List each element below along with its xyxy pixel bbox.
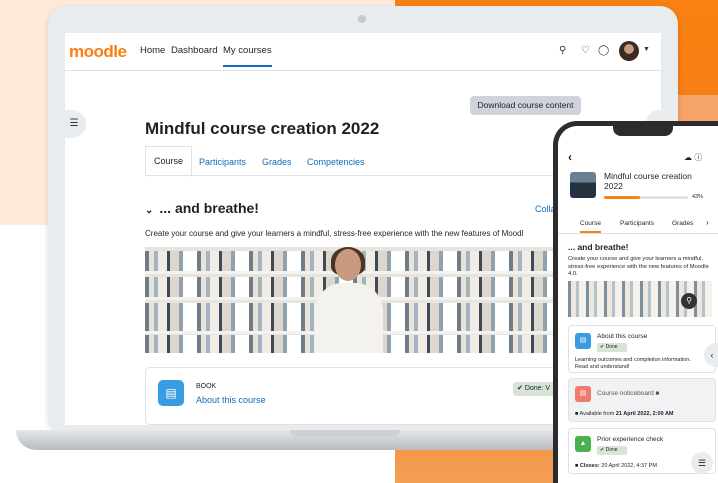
phone-toolbar-icons: ☁ ⓘ — [684, 152, 702, 163]
closes-label: Closes: — [579, 463, 600, 469]
course-progress-bar — [604, 196, 688, 199]
bell-icon[interactable]: ♡ — [581, 45, 590, 56]
nav-dashboard[interactable]: Dashboard — [171, 45, 217, 56]
phone-tab-participants[interactable]: Participants — [620, 220, 654, 227]
card-title[interactable]: Course noticeboard ■ — [597, 390, 659, 397]
phone-tab-course[interactable]: Course — [580, 220, 601, 233]
availability-prefix: Available from — [579, 411, 616, 417]
search-icon[interactable]: ⚲ — [559, 45, 566, 56]
back-arrow-icon[interactable]: ‹ — [568, 150, 572, 164]
phone-notch — [613, 126, 673, 136]
closes-date: 20 April 2022, 4:37 PM — [599, 463, 657, 469]
nav-home[interactable]: Home — [140, 45, 165, 56]
tab-competencies[interactable]: Competencies — [307, 157, 365, 167]
card-title[interactable]: About this course — [597, 333, 647, 340]
course-progress-label: 43% — [692, 194, 704, 200]
chevron-down-icon[interactable]: ▼ — [643, 46, 650, 53]
chevron-right-icon[interactable]: › — [706, 218, 709, 227]
phone-course-title: Mindful course creation 2022 — [604, 171, 692, 191]
card-closes: ■ Closes: 20 April 2022, 4:37 PM — [575, 463, 705, 470]
check-icon: ✔ — [517, 385, 525, 392]
phone-card-noticeboard[interactable]: ▤ Course noticeboard ■ ■ Available from … — [568, 378, 716, 422]
meditating-woman — [311, 247, 387, 353]
moodle-logo[interactable]: moodle — [69, 42, 127, 62]
laptop-base-notch — [290, 430, 400, 437]
nav-my-courses[interactable]: My courses — [223, 45, 272, 67]
user-avatar[interactable] — [619, 41, 639, 61]
tab-course[interactable]: Course — [145, 146, 193, 177]
course-thumbnail — [570, 172, 596, 198]
section-title[interactable]: ⌄ ... and breathe! — [145, 200, 259, 216]
course-banner-image — [145, 247, 565, 353]
tab-participants[interactable]: Participants — [199, 157, 246, 167]
course-title: Mindful course creation 2022 — [145, 119, 380, 138]
book-icon: ▤ — [158, 380, 184, 406]
activity-link[interactable]: About this course — [196, 395, 266, 405]
forum-icon: ▤ — [575, 386, 591, 402]
card-availability: ■ Available from 21 April 2022, 2:00 AM — [575, 411, 705, 418]
card-note: Learning outcomes and completion informa… — [575, 357, 691, 370]
section-title-text: ... and breathe! — [159, 200, 259, 216]
phone-tabs: Course Participants Grades › — [558, 214, 718, 234]
woman-head — [335, 249, 361, 281]
done-badge-text: Done — [605, 447, 618, 453]
download-course-content-button[interactable]: Download course content — [470, 96, 581, 115]
phone-card-about[interactable]: ▤ About this course ✔ Done Learning outc… — [568, 325, 716, 373]
book-icon: ▤ — [575, 333, 591, 349]
activity-card[interactable]: ▤ BOOK About this course ✔ Done: V — [145, 367, 575, 425]
cloud-download-icon[interactable]: ☁ — [684, 153, 692, 162]
card-title-text: Course noticeboard — [597, 390, 654, 397]
chevron-left-icon: ‹ — [710, 350, 714, 360]
completion-status: Done: V — [524, 385, 551, 392]
done-badge-text: Done — [605, 344, 618, 350]
course-progress-fill — [604, 196, 641, 199]
list-icon: ☰ — [69, 118, 79, 129]
laptop-camera — [358, 15, 366, 23]
section-description: Create your course and give your learner… — [145, 229, 524, 238]
info-icon[interactable]: ⓘ — [694, 153, 702, 162]
navbar: moodle Home Dashboard My courses ⚲ ♡ ◯ ▼ — [65, 33, 661, 71]
phone-course-index-button[interactable]: ☰ — [691, 452, 713, 474]
lock-icon: ■ — [655, 390, 660, 397]
chat-icon[interactable]: ◯ — [598, 45, 609, 56]
done-badge: ✔ Done — [597, 343, 627, 352]
woman-body — [315, 283, 383, 353]
choice-icon: ▲ — [575, 436, 591, 452]
tab-grades[interactable]: Grades — [262, 157, 292, 167]
activity-type: BOOK — [196, 383, 217, 390]
phone-tab-grades[interactable]: Grades — [672, 220, 693, 227]
done-badge: ✔ Done — [597, 446, 627, 455]
phone-section-description: Create your course and give your learner… — [568, 256, 709, 277]
phone-frame: ‹ ☁ ⓘ Mindful course creation 2022 43% C… — [553, 121, 718, 483]
zoom-search-icon[interactable]: ⚲ — [681, 293, 697, 309]
availability-date: 21 April 2022, 2:00 AM — [615, 411, 674, 417]
course-tabs: Course Participants Grades Competencies — [145, 146, 595, 177]
card-title[interactable]: Prior experience check — [597, 436, 663, 443]
phone-screen: ‹ ☁ ⓘ Mindful course creation 2022 43% C… — [558, 126, 718, 483]
list-icon: ☰ — [697, 458, 707, 468]
phone-section-title[interactable]: ... and breathe! — [568, 242, 628, 252]
chevron-down-icon[interactable]: ⌄ — [145, 205, 153, 216]
